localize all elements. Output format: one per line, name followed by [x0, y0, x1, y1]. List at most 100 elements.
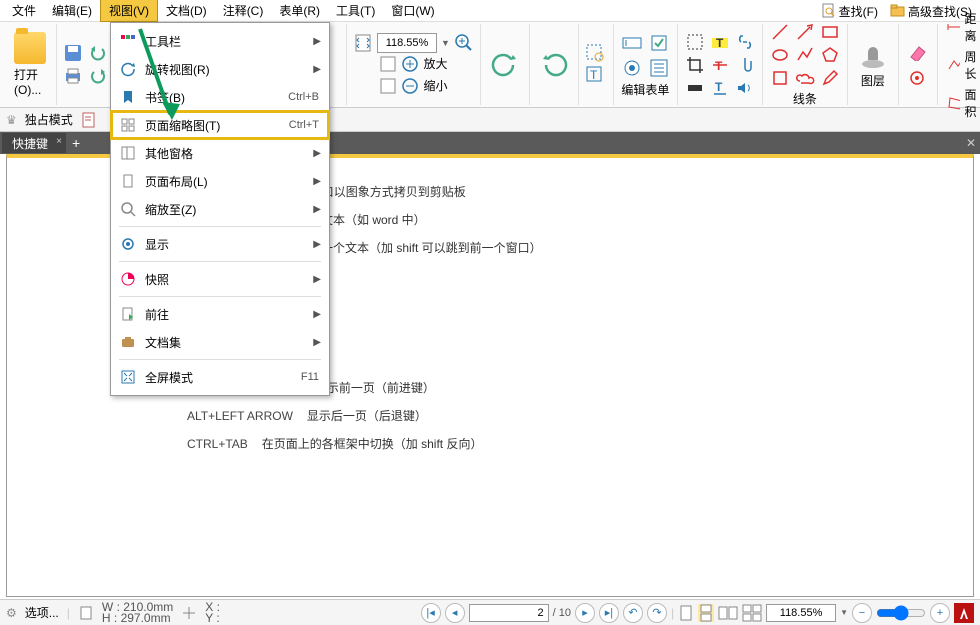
menu-item-label: 显示	[145, 236, 319, 253]
gear-button[interactable]	[905, 67, 931, 89]
facing-icon[interactable]	[718, 604, 738, 622]
page-input[interactable]	[469, 604, 549, 622]
rect-icon[interactable]	[819, 22, 841, 42]
highlight-text-icon[interactable]: T	[709, 32, 731, 52]
menu-item-thumbs[interactable]: 页面缩略图(T)Ctrl+T	[111, 111, 329, 139]
crop-icon[interactable]	[684, 55, 706, 75]
exclusive-mode-button[interactable]: 独占模式	[25, 111, 73, 128]
form-radio-icon[interactable]	[620, 57, 644, 79]
attach-icon[interactable]	[734, 55, 756, 75]
content-line: CTRL+TAB在页面上的各框架中切换（加 shift 反向）	[187, 430, 953, 458]
rotate-icon	[119, 60, 137, 78]
cloud-icon[interactable]	[794, 68, 816, 88]
first-page-button[interactable]: |◂	[421, 603, 441, 623]
zoom-out-icon[interactable]	[401, 77, 419, 95]
find-label: 查找(F)	[839, 3, 878, 20]
eraser-button[interactable]	[905, 41, 931, 63]
last-page-button[interactable]: ▸|	[599, 603, 619, 623]
nav-fwd-button[interactable]: ↷	[647, 603, 667, 623]
zoom-in-big-icon[interactable]	[454, 33, 474, 53]
status-zoom-dropdown-icon[interactable]: ▼	[840, 608, 848, 617]
menu-comments[interactable]: 注释(C)	[215, 0, 272, 21]
menu-item-bookmark[interactable]: 书签(B)Ctrl+B	[111, 83, 329, 111]
underline-icon[interactable]: T	[709, 78, 731, 98]
select-box-icon[interactable]	[684, 32, 706, 52]
zoom-input[interactable]	[377, 33, 437, 53]
svg-text:T: T	[716, 36, 724, 50]
menu-item-layout[interactable]: 页面布局(L)▶	[111, 167, 329, 195]
show-icon	[119, 235, 137, 253]
fit-page-icon[interactable]	[353, 33, 373, 53]
menu-item-rotate[interactable]: 旋转视图(R)▶	[111, 55, 329, 83]
distance-button[interactable]: 距离	[944, 8, 980, 46]
status-zoom-out-button[interactable]: −	[852, 603, 872, 623]
oval-icon[interactable]	[769, 45, 791, 65]
rotate-ccw-icon[interactable]	[491, 51, 519, 79]
menu-file[interactable]: 文件	[4, 0, 44, 21]
link-icon[interactable]	[734, 32, 756, 52]
status-zoom-input[interactable]	[766, 604, 836, 622]
print-icon[interactable]	[63, 66, 83, 86]
form-list-icon[interactable]	[647, 57, 671, 79]
facing-continuous-icon[interactable]	[742, 604, 762, 622]
menu-item-portfolio[interactable]: 文档集▶	[111, 328, 329, 356]
undo-icon[interactable]	[88, 43, 108, 63]
menu-view[interactable]: 视图(V)	[100, 0, 158, 22]
tab-add-button[interactable]: +	[66, 135, 86, 151]
form-check-icon[interactable]	[647, 32, 671, 54]
menu-item-show[interactable]: 显示▶	[111, 230, 329, 258]
save-icon[interactable]	[63, 43, 83, 63]
open-button[interactable]: 打开(O)...	[10, 28, 50, 101]
stamp-icon[interactable]	[858, 40, 888, 70]
zoom-dropdown-icon[interactable]: ▼	[441, 38, 450, 48]
redact-icon[interactable]	[684, 78, 706, 98]
strikethrough-icon[interactable]: T	[709, 55, 731, 75]
portfolio-icon	[119, 333, 137, 351]
tab-shortcuts[interactable]: 快捷键 ×	[2, 133, 66, 153]
fit-width-icon[interactable]	[379, 77, 397, 95]
menu-item-snapshot[interactable]: 快照▶	[111, 265, 329, 293]
continuous-icon[interactable]	[698, 604, 714, 622]
tabbar-close-icon[interactable]: ✕	[966, 136, 976, 150]
tab-close-icon[interactable]: ×	[56, 136, 62, 147]
menu-item-zoomto[interactable]: 缩放至(Z)▶	[111, 195, 329, 223]
find-button[interactable]: 查找(F)	[817, 3, 882, 20]
menu-edit[interactable]: 编辑(E)	[44, 0, 100, 21]
menu-document[interactable]: 文档(D)	[158, 0, 215, 21]
line-icon[interactable]	[769, 22, 791, 42]
doc-options-icon[interactable]	[81, 112, 97, 128]
polyline-icon[interactable]	[794, 45, 816, 65]
single-page-icon[interactable]	[678, 604, 694, 622]
area-button[interactable]: 面积	[944, 84, 980, 122]
menu-forms[interactable]: 表单(R)	[271, 0, 328, 21]
arrow-icon[interactable]	[794, 22, 816, 42]
actual-size-icon[interactable]	[379, 55, 397, 73]
adobe-icon[interactable]	[954, 603, 974, 623]
form-text-icon[interactable]	[620, 32, 644, 54]
next-page-button[interactable]: ▸	[575, 603, 595, 623]
sound-icon[interactable]	[734, 78, 756, 98]
menu-item-toolbar[interactable]: 工具栏▶	[111, 27, 329, 55]
prev-page-button[interactable]: ◂	[445, 603, 465, 623]
pencil-icon[interactable]	[819, 68, 841, 88]
marquee-zoom-icon[interactable]	[585, 43, 607, 65]
polygon-icon[interactable]	[819, 45, 841, 65]
gear-icon[interactable]: ⚙	[6, 606, 17, 620]
menu-item-panes[interactable]: 其他窗格▶	[111, 139, 329, 167]
zoom-in-icon[interactable]	[401, 55, 419, 73]
menu-window[interactable]: 窗口(W)	[383, 0, 442, 21]
content-line: ALT+LEFT ARROW显示后一页（后退键）	[187, 402, 953, 430]
redo-icon[interactable]	[88, 66, 108, 86]
nav-back-button[interactable]: ↶	[623, 603, 643, 623]
status-zoom-in-button[interactable]: +	[930, 603, 950, 623]
zoom-slider[interactable]	[876, 605, 926, 621]
menu-item-label: 文档集	[145, 334, 319, 351]
menu-item-fullscreen[interactable]: 全屏模式F11	[111, 363, 329, 391]
rotate-cw-icon[interactable]	[540, 51, 568, 79]
square-icon[interactable]	[769, 68, 791, 88]
loupe-icon[interactable]: T	[585, 65, 607, 87]
perimeter-button[interactable]: 周长	[944, 46, 980, 84]
menu-tools[interactable]: 工具(T)	[328, 0, 383, 21]
options-button[interactable]: 选项...	[25, 604, 59, 621]
menu-item-goto[interactable]: 前往▶	[111, 300, 329, 328]
